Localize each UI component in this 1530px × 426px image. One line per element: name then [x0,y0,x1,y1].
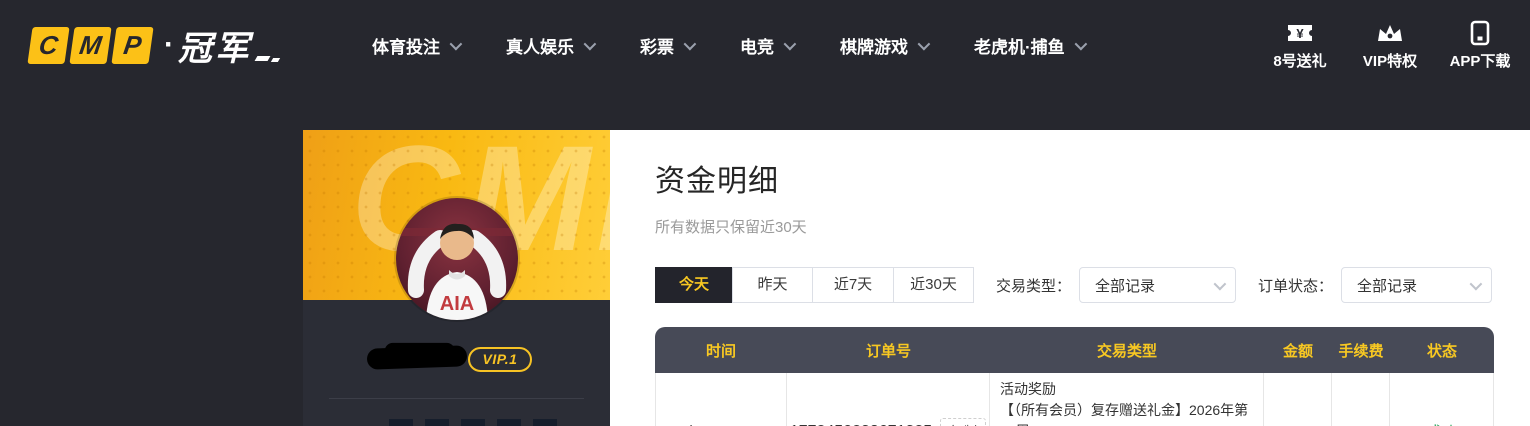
logo-letter-box: M [69,27,111,64]
avatar-jersey-text: AIA [439,293,473,315]
table-row: 03/02 19:17:18 1772450238671325 复制 活动奖励 … [655,373,1494,426]
username-redacted [367,345,468,369]
user-line: VIP.1 [303,345,610,371]
tab-today[interactable]: 今天 [655,267,733,303]
nav-item-sports[interactable]: 体育投注 [372,33,459,58]
brand-logo[interactable]: C M P · 冠军 [30,21,279,70]
nav-item-esports[interactable]: 电竞 [740,33,793,58]
content-panel: 资金明细 所有数据只保留近30天 今天 昨天 近7天 近30天 交易类型： 全部… [610,130,1530,426]
header-status: 状态 [1390,340,1494,361]
svg-text:¥: ¥ [1296,26,1304,41]
header-fee: 手续费 [1332,340,1390,361]
cell-transaction-type: 活动奖励 【（所有会员）复存赠送礼金】2026年第10周 首存后复存总额：100… [990,373,1264,426]
logo-brand-name: 冠军 [178,21,252,70]
header-amount: 金额 [1264,340,1332,361]
logo-letter-box: P [111,27,153,64]
nav-item-label: 电竞 [740,33,774,58]
order-status-label: 订单状态： [1258,275,1333,296]
logo-speed-dash [255,56,271,61]
chevron-down-icon [1214,277,1227,290]
header-transaction-type: 交易类型 [990,340,1264,361]
chevron-down-icon [450,37,463,50]
header-order-no: 订单号 [787,340,990,361]
nav-item-board-games[interactable]: 棋牌游戏 [840,33,927,58]
cell-time: 03/02 19:17:18 [655,373,787,426]
tab-last-7-days[interactable]: 近7天 [812,267,894,303]
header-time: 时间 [655,340,787,361]
tab-yesterday[interactable]: 昨天 [732,267,813,303]
balance-text-clipped [389,419,565,426]
funds-table: 时间 订单号 交易类型 金额 手续费 状态 03/02 19:17:18 177… [655,327,1494,426]
cell-amount: 88.00 [1264,373,1332,426]
nav-item-label: 体育投注 [372,33,440,58]
profile-sidebar: CMP [303,130,610,426]
nav-item-live-casino[interactable]: 真人娱乐 [506,33,593,58]
shortcut-label: VIP特权 [1363,50,1417,71]
cell-status: 成功 [1390,373,1494,426]
gift-ticket-icon: ¥ [1286,20,1314,46]
logo-speed-dash [271,58,280,62]
nav-item-label: 老虎机·捕鱼 [974,33,1065,58]
order-number: 1772450238671325 [790,423,932,426]
table-header-row: 时间 订单号 交易类型 金额 手续费 状态 [655,327,1494,373]
type-line: 【（所有会员）复存赠送礼金】2026年第10周 [1000,400,1253,426]
chevron-down-icon [784,37,797,50]
nav-item-label: 真人娱乐 [506,33,574,58]
shortcut-gift-day8[interactable]: ¥ 8号送礼 [1268,20,1332,71]
filter-controls: 今天 昨天 近7天 近30天 交易类型： 全部记录 订单状态： 全部记录 [655,267,1530,303]
chevron-down-icon [1074,37,1087,50]
chevron-down-icon [1470,277,1483,290]
select-value: 全部记录 [1357,275,1417,296]
crown-icon [1375,20,1405,46]
transaction-type-label: 交易类型： [996,275,1071,296]
top-navbar: C M P · 冠军 体育投注 真人娱乐 彩票 电竞 [0,0,1530,90]
main-nav: 体育投注 真人娱乐 彩票 电竞 棋牌游戏 老虎机·捕鱼 [372,33,1131,58]
nav-item-label: 棋牌游戏 [840,33,908,58]
transaction-type-select[interactable]: 全部记录 [1079,267,1236,303]
tab-last-30-days[interactable]: 近30天 [893,267,974,303]
page: C M P · 冠军 体育投注 真人娱乐 彩票 电竞 [0,0,1530,426]
nav-item-lottery[interactable]: 彩票 [640,33,693,58]
shortcut-app-download[interactable]: APP下载 [1448,20,1512,71]
phone-icon [1469,20,1491,46]
nav-item-label: 彩票 [640,33,674,58]
cell-fee: 0.00 [1332,373,1390,426]
vip-level-badge: VIP.1 [468,347,532,372]
chevron-down-icon [584,37,597,50]
chevron-down-icon [684,37,697,50]
cell-order-no: 1772450238671325 复制 [787,373,990,426]
shortcut-label: APP下载 [1450,50,1511,71]
select-value: 全部记录 [1095,275,1155,296]
copy-button[interactable]: 复制 [940,418,986,426]
nav-item-slots-fishing[interactable]: 老虎机·捕鱼 [974,33,1084,58]
chevron-down-icon [918,37,931,50]
nav-shortcuts: ¥ 8号送礼 VIP特权 [1268,20,1512,71]
shortcut-vip[interactable]: VIP特权 [1358,20,1422,71]
page-subtitle: 所有数据只保留近30天 [655,216,1530,237]
avatar: AIA [396,198,518,320]
type-line: 活动奖励 [1000,379,1056,400]
logo-letter-box: C [27,27,69,64]
logo-separator-dot: · [164,28,174,62]
sidebar-divider [329,398,584,399]
order-status-select[interactable]: 全部记录 [1341,267,1492,303]
page-title: 资金明细 [655,156,1530,200]
shortcut-label: 8号送礼 [1273,50,1326,71]
